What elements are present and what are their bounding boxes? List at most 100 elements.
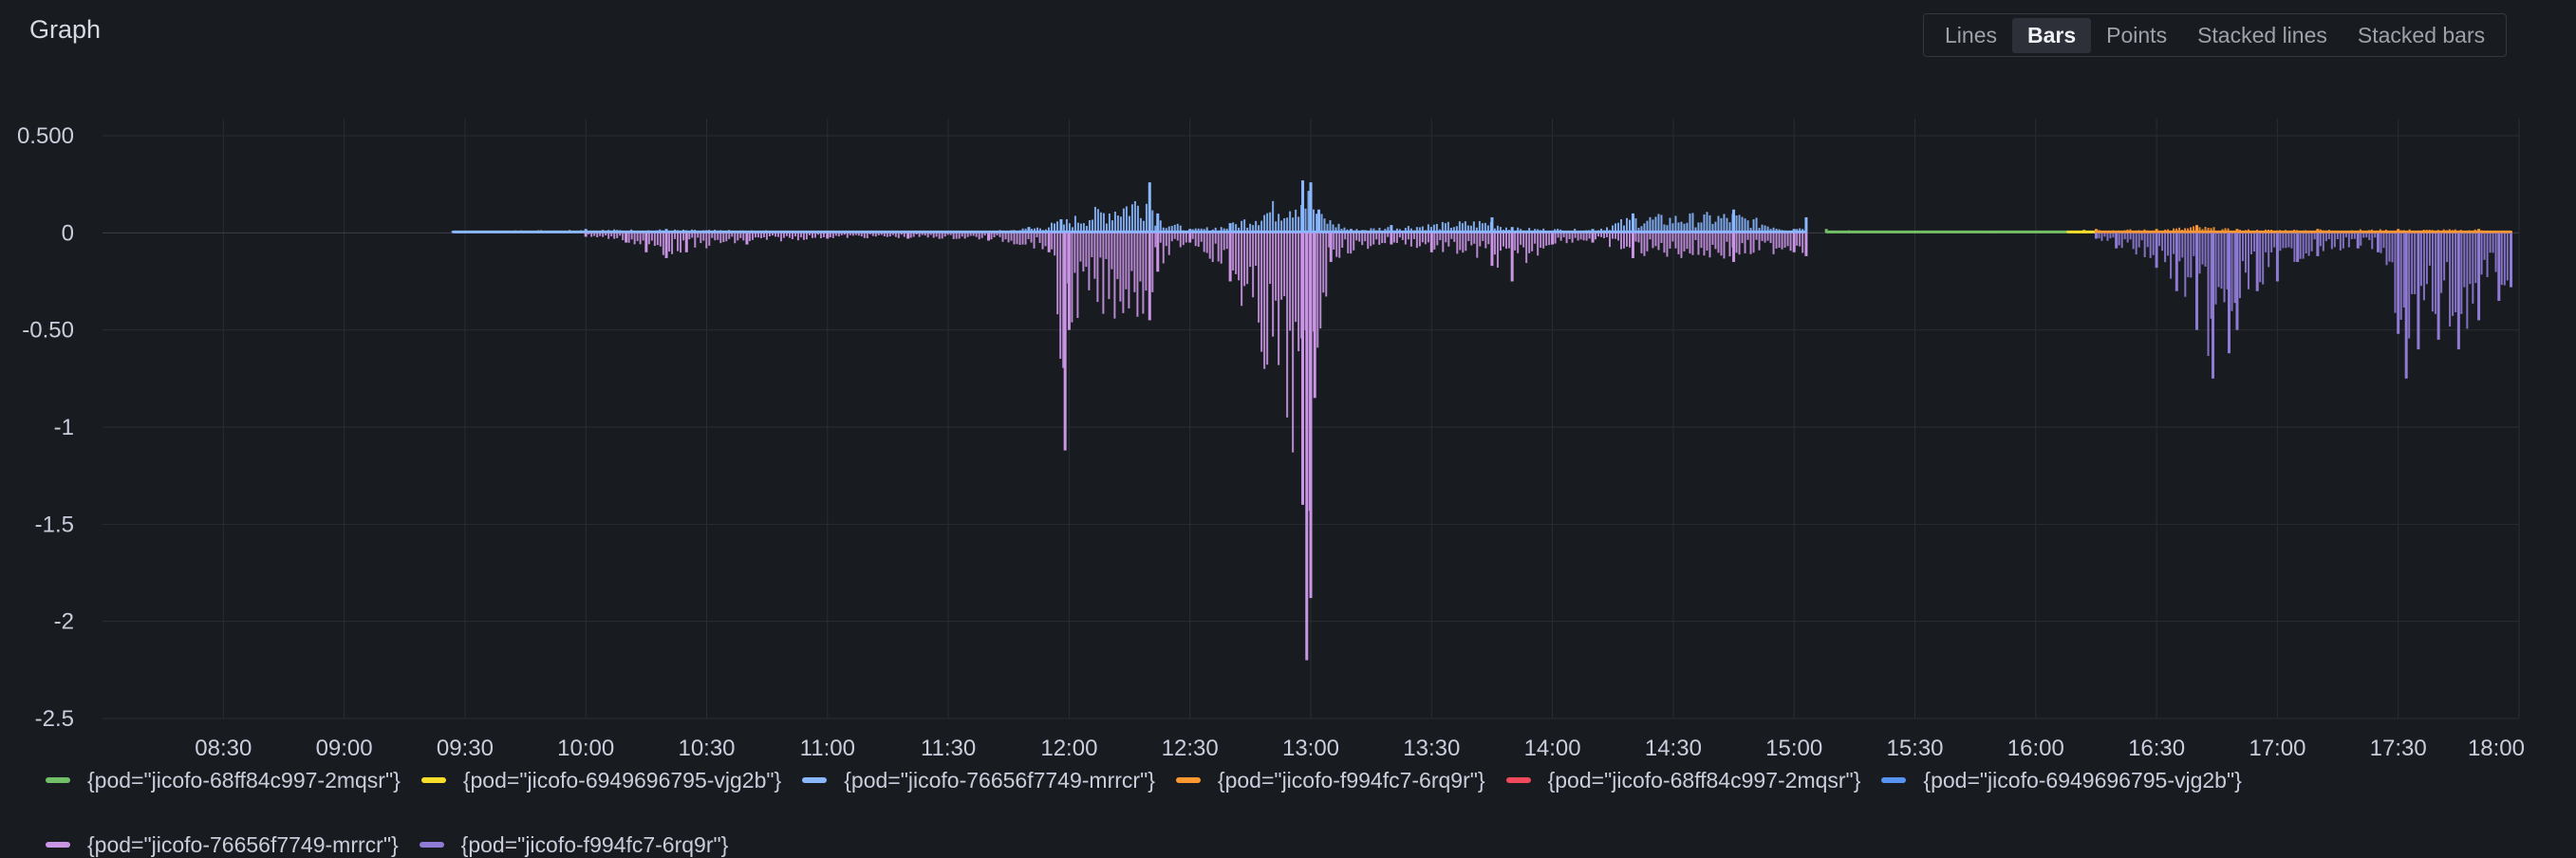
chart-bar <box>921 233 924 235</box>
chart-bar <box>2474 233 2477 284</box>
chart-bar <box>1559 233 1562 241</box>
chart-bar <box>1689 213 1691 233</box>
legend-item[interactable]: {pod="jicofo-68ff84c997-2mqsr"} <box>1505 767 1860 793</box>
chart-bar <box>774 231 776 233</box>
chart-bar <box>1041 233 1044 250</box>
chart-bar <box>1372 233 1375 245</box>
chart-bar <box>2405 231 2408 233</box>
chart-bar <box>900 231 903 233</box>
chart-bar <box>2227 233 2231 354</box>
chart-bar <box>486 231 489 233</box>
legend-item[interactable]: {pod="jicofo-f994fc7-6rq9r"} <box>1175 767 1485 793</box>
chart-bar <box>1749 228 1752 233</box>
chart-bar <box>1876 231 1879 233</box>
chart-bar <box>958 233 961 239</box>
chart-bar <box>2207 228 2210 233</box>
chart-bar <box>495 230 497 233</box>
chart-bar <box>1486 225 1489 233</box>
chart-bar <box>588 233 590 234</box>
chart-bar <box>1372 228 1375 233</box>
chart-bar <box>1249 223 1252 233</box>
chart-bar <box>2449 233 2452 327</box>
legend-item[interactable]: {pod="jicofo-68ff84c997-2mqsr"} <box>46 767 401 793</box>
chart-bar <box>1154 233 1157 248</box>
chart-bar <box>731 233 734 237</box>
chart-bar <box>1122 208 1125 233</box>
chart-bar <box>1355 229 1358 233</box>
chart-bar <box>2212 233 2215 379</box>
chart-bar <box>1079 233 1082 262</box>
chart-bar <box>602 230 605 233</box>
legend-item[interactable]: {pod="jicofo-76656f7749-mrrcr"} <box>46 831 399 858</box>
chart-bar <box>1099 212 1102 233</box>
chart-bar <box>2356 231 2359 233</box>
chart-bar <box>2440 233 2443 293</box>
chart-bar <box>2247 233 2249 289</box>
chart-bar <box>1703 214 1706 233</box>
chart-bar <box>702 233 705 241</box>
chart-bar <box>1429 227 1432 233</box>
chart-bar <box>1600 233 1603 237</box>
chart-bar <box>2471 231 2473 233</box>
legend-item[interactable]: {pod="jicofo-6949696795-vjg2b"} <box>420 767 781 793</box>
chart-bar <box>593 230 596 233</box>
chart-bar <box>2385 233 2388 266</box>
chart-bar <box>1801 229 1804 233</box>
legend-item[interactable]: {pod="jicofo-f994fc7-6rq9r"} <box>419 831 728 858</box>
chart-bar <box>1122 233 1125 313</box>
chart-bar <box>1772 233 1775 254</box>
legend-item[interactable]: {pod="jicofo-6949696795-vjg2b"} <box>1881 767 2242 793</box>
chart-bar <box>2126 229 2129 233</box>
chart-bar <box>1700 233 1703 249</box>
chart-bar <box>2279 233 2282 252</box>
chart-bar <box>2103 232 2106 233</box>
chart-bar <box>647 233 650 245</box>
chart-bar <box>802 233 805 240</box>
chart-bar <box>811 231 813 233</box>
chart-bar <box>2112 230 2115 233</box>
chart-bar <box>2333 233 2336 248</box>
chart-bar <box>2287 231 2289 233</box>
chart-bar <box>1732 209 1736 233</box>
chart-bar <box>656 233 659 246</box>
chart-bar <box>1933 232 1936 233</box>
chart-bar <box>2353 233 2356 239</box>
chart-bar <box>2500 233 2503 286</box>
chart-bar <box>2324 230 2327 233</box>
chart-bar <box>1004 231 1007 233</box>
chart-bar <box>785 232 788 233</box>
chart-bar <box>1047 227 1050 233</box>
chart-bar <box>1145 233 1148 291</box>
chart-bar <box>1142 233 1145 314</box>
chart-bar <box>1151 233 1154 292</box>
chart-bar <box>871 232 874 233</box>
chart-bar <box>1554 229 1557 233</box>
chart-bar <box>1574 233 1577 238</box>
chart-bar <box>2214 233 2217 305</box>
chart-bar <box>1340 229 1343 233</box>
chart-bar <box>2204 227 2207 233</box>
chart-bar <box>1452 227 1455 233</box>
chart-bar <box>912 233 915 237</box>
chart-bar <box>877 231 880 233</box>
chart-bar <box>1683 223 1686 233</box>
bar-chart[interactable]: 0.500 0 -0.50 -1 -1.5 -2 -2.5 08:30 09:00 09:30 1… <box>0 0 2576 759</box>
chart-bar <box>2218 231 2221 233</box>
chart-bar <box>1606 233 1609 237</box>
x-tick-label: 15:00 <box>1765 736 1822 759</box>
chart-bar <box>886 233 888 237</box>
chart-bar <box>1680 221 1683 233</box>
chart-bar <box>2428 230 2431 233</box>
chart-bar <box>1304 208 1307 233</box>
chart-bar <box>2506 231 2509 233</box>
chart-bar <box>2120 233 2123 249</box>
chart-bar <box>799 233 802 238</box>
chart-bar <box>1214 233 1217 244</box>
chart-bar <box>854 232 857 233</box>
chart-bar <box>1537 233 1540 256</box>
chart-bar <box>1105 233 1108 259</box>
chart-bar <box>932 233 935 238</box>
chart-bar <box>2075 232 2078 233</box>
legend-item[interactable]: {pod="jicofo-76656f7749-mrrcr"} <box>802 767 1155 793</box>
chart-bar <box>2037 231 2040 233</box>
